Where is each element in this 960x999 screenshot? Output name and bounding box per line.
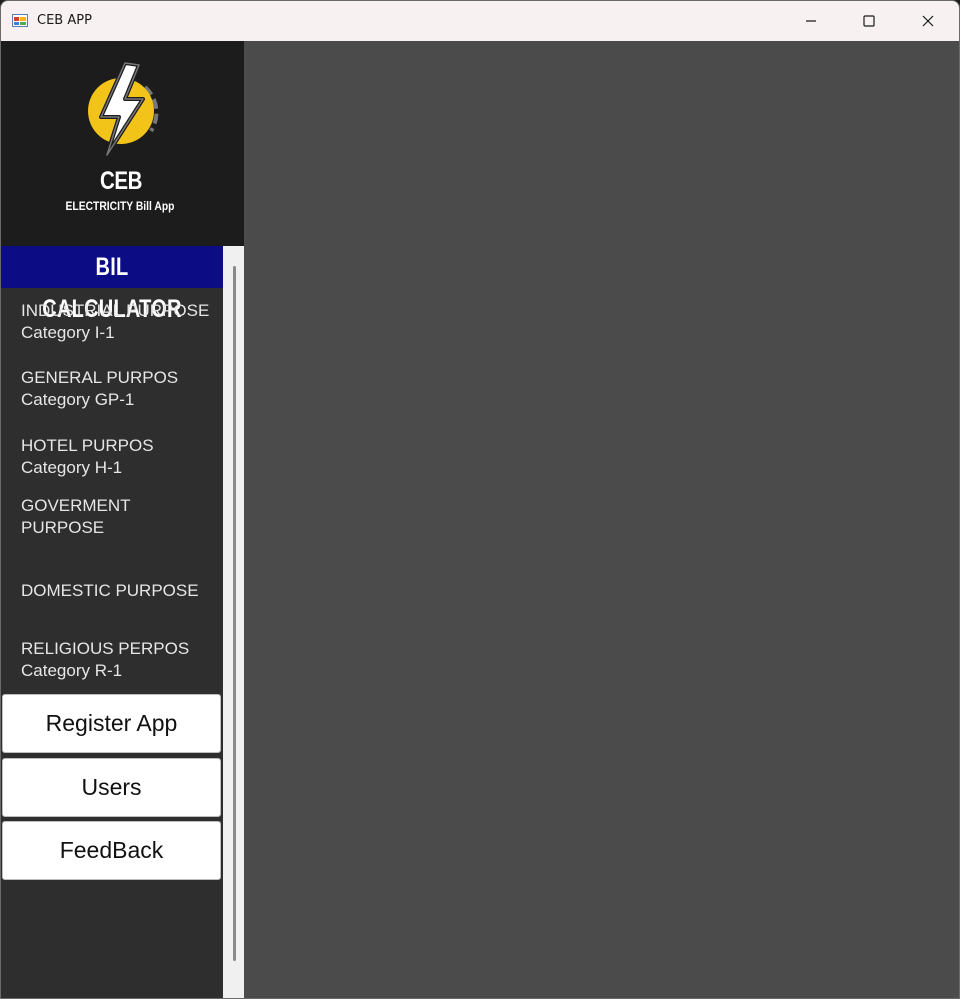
nav-item-title: GENERAL PURPOS (21, 368, 179, 387)
brand-subtitle: ELECTRICITY Bill App (65, 199, 175, 213)
sidebar: CEB ELECTRICITY Bill App BIL CALCULATOR … (1, 41, 244, 998)
window-title: CEB APP (37, 13, 92, 28)
close-button[interactable] (899, 1, 957, 41)
nav-item-title: DOMESTIC PURPOSE (21, 581, 199, 600)
brand-panel: CEB ELECTRICITY Bill App (1, 41, 244, 246)
minimize-button[interactable] (782, 1, 840, 41)
nav-item-government[interactable]: GOVERMENT PURPOSE (21, 495, 171, 539)
maximize-icon (863, 15, 875, 27)
nav-item-religious[interactable]: RELIGIOUS PERPOS Category R-1 (21, 638, 221, 682)
app-icon (12, 14, 28, 27)
users-button[interactable]: Users (2, 758, 221, 817)
nav-item-hotel[interactable]: HOTEL PURPOS Category H-1 (21, 435, 221, 479)
nav-item-subtitle: Category GP-1 (21, 390, 135, 409)
feedback-button[interactable]: FeedBack (2, 821, 221, 880)
section-header: BIL CALCULATOR (1, 246, 223, 323)
nav-item-general[interactable]: GENERAL PURPOS Category GP-1 (21, 367, 221, 411)
maximize-button[interactable] (840, 1, 898, 41)
app-window: CEB APP CEB ELECTRICITY Bill App BIL CAL… (0, 0, 960, 999)
nav-item-title: GOVERMENT PURPOSE (21, 496, 131, 537)
nav-item-industrial[interactable]: INDUSTRIAL PURPOSE Category I-1 (21, 300, 221, 344)
content-area (244, 41, 959, 998)
vertical-scrollbar[interactable] (223, 246, 244, 998)
nav-item-subtitle: Category R-1 (21, 661, 123, 680)
nav-item-subtitle: Category I-1 (21, 323, 115, 342)
minimize-icon (806, 20, 816, 22)
register-app-button[interactable]: Register App (2, 694, 221, 753)
nav-item-title: INDUSTRIAL PURPOSE (21, 301, 210, 320)
nav-item-title: HOTEL PURPOS (21, 436, 154, 455)
nav-item-subtitle: Category H-1 (21, 458, 123, 477)
title-bar[interactable]: CEB APP (1, 1, 959, 41)
close-icon (922, 15, 934, 27)
nav-item-title: RELIGIOUS PERPOS (21, 639, 190, 658)
scrollbar-thumb[interactable] (233, 266, 236, 961)
brand-name: CEB (99, 167, 143, 195)
nav-item-domestic[interactable]: DOMESTIC PURPOSE (21, 580, 221, 602)
lightning-bolt-icon (88, 61, 159, 157)
